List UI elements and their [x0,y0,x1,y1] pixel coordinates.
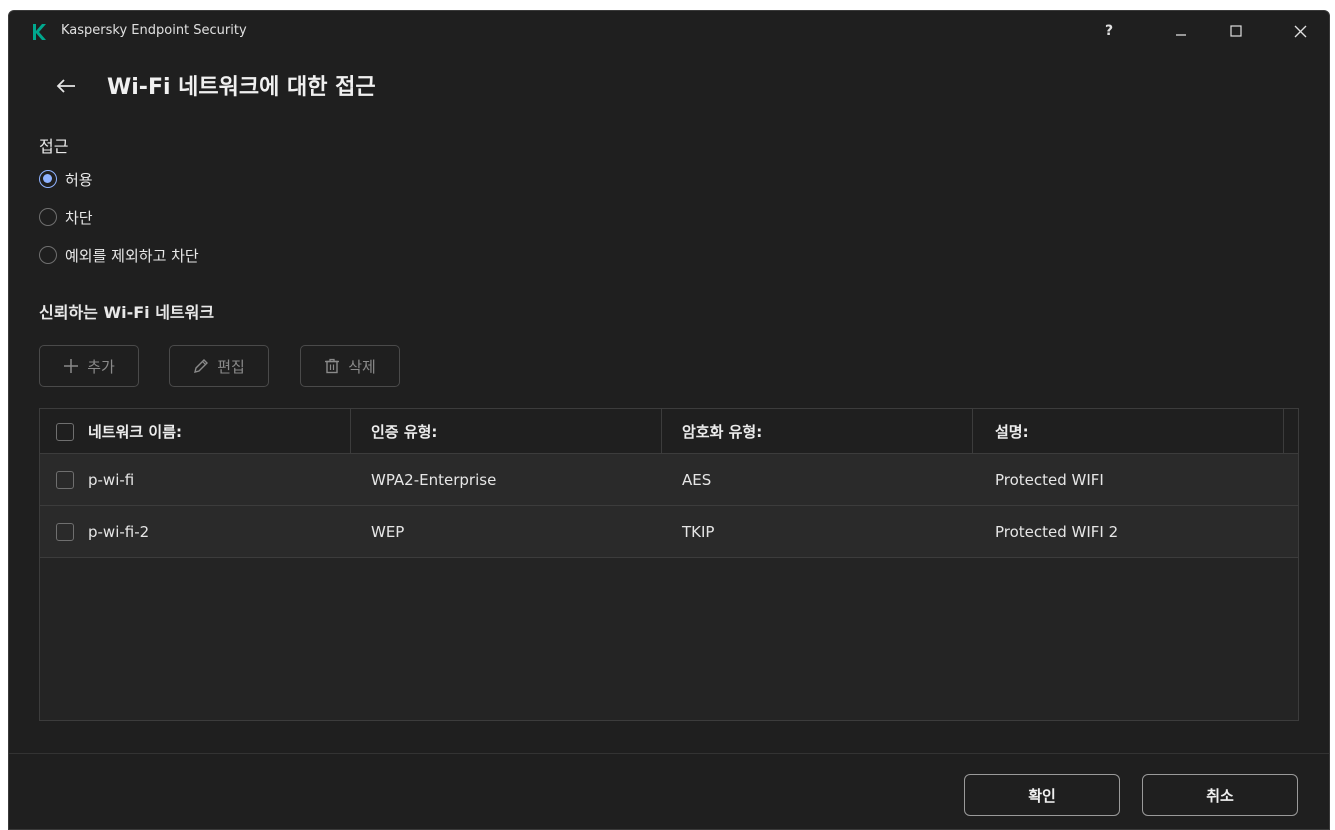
radio-button[interactable] [39,246,57,264]
table-cell-auth: WEP [371,523,405,541]
column-header-encryption[interactable]: 암호화 유형: [662,409,973,454]
column-header-filler [1284,409,1299,454]
app-title: Kaspersky Endpoint Security [61,23,247,38]
minimize-button[interactable] [1161,17,1201,45]
close-button[interactable] [1280,17,1320,45]
column-header-name[interactable]: 네트워크 이름: [40,409,351,454]
pencil-icon [194,359,209,373]
ok-button[interactable]: 확인 [964,774,1120,816]
page-title: Wi-Fi 네트워크에 대한 접근 [107,75,376,100]
column-header-name-label: 네트워크 이름: [88,423,183,441]
radio-block-except[interactable]: 예외를 제외하고 차단 [39,243,199,267]
network-name: p-wi-fi [88,471,135,489]
help-button[interactable]: ? [1089,17,1129,45]
radio-label-allow: 허용 [65,170,93,189]
edit-button[interactable]: 편집 [169,345,269,387]
table-cell-name: p-wi-fi-2 [40,506,351,558]
table-cell-description: Protected WIFI 2 [995,523,1119,541]
edit-button-label: 편집 [217,357,245,376]
table-cell-encryption: AES [682,471,712,489]
radio-button[interactable] [39,208,57,226]
delete-button[interactable]: 삭제 [300,345,400,387]
network-name: p-wi-fi-2 [88,523,150,541]
radio-button-checked[interactable] [39,170,57,188]
table-cell-auth: WPA2-Enterprise [371,471,497,489]
add-button[interactable]: 추가 [39,345,139,387]
trash-icon [325,358,340,374]
table-cell-name: p-wi-fi [40,454,351,506]
column-header-description[interactable]: 설명: [973,409,1284,454]
radio-label-block: 차단 [65,208,93,227]
access-section-label: 접근 [39,137,69,156]
back-arrow-icon [56,79,75,93]
table-row[interactable]: p-wi-fi WPA2-Enterprise AES Protected WI… [40,454,1298,506]
column-header-auth[interactable]: 인증 유형: [351,409,662,454]
select-all-checkbox[interactable] [56,422,74,441]
radio-block[interactable]: 차단 [39,205,93,229]
row-checkbox[interactable] [56,523,74,541]
minimize-icon [1176,34,1186,36]
close-icon [1294,25,1306,37]
cancel-button[interactable]: 취소 [1142,774,1298,816]
delete-button-label: 삭제 [348,357,376,376]
dialog-footer: 확인 취소 [9,753,1329,829]
back-button[interactable] [49,71,83,101]
kaspersky-logo-icon [33,24,46,40]
trusted-networks-table: 네트워크 이름: 인증 유형: 암호화 유형: 설명: p-wi-fi WPA2… [39,408,1299,721]
table-cell-description: Protected WIFI [995,471,1104,489]
table-row[interactable]: p-wi-fi-2 WEP TKIP Protected WIFI 2 [40,506,1298,558]
table-header: 네트워크 이름: 인증 유형: 암호화 유형: 설명: [40,409,1298,454]
add-button-label: 추가 [87,357,115,376]
plus-icon [64,359,79,373]
maximize-icon [1230,25,1242,37]
title-bar: Kaspersky Endpoint Security ? [9,11,1329,51]
app-window: Kaspersky Endpoint Security ? Wi-Fi 네트워크… [8,10,1330,830]
radio-label-block-except: 예외를 제외하고 차단 [65,246,199,265]
radio-allow[interactable]: 허용 [39,167,93,191]
row-checkbox[interactable] [56,471,74,489]
table-cell-encryption: TKIP [682,523,715,541]
maximize-button[interactable] [1216,17,1256,45]
trusted-networks-label: 신뢰하는 Wi-Fi 네트워크 [39,303,215,322]
